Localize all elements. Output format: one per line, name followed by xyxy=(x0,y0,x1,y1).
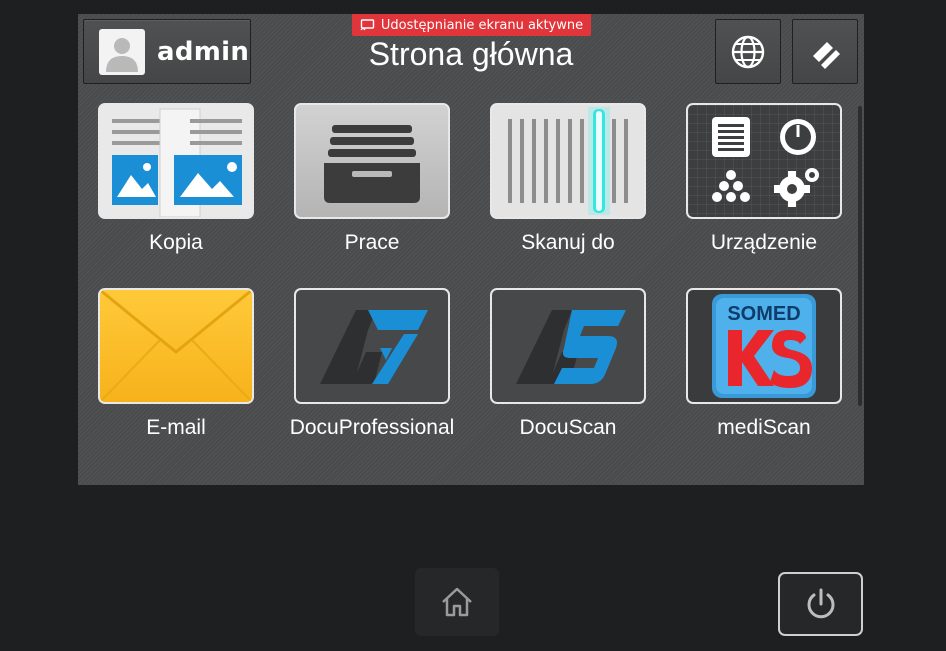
screen-share-text: Udostępnianie ekranu aktywne xyxy=(380,17,584,33)
tile-label: DocuProfessional xyxy=(289,416,455,439)
scrollbar[interactable] xyxy=(858,106,862,406)
avatar xyxy=(99,28,145,75)
power-button[interactable] xyxy=(778,572,863,636)
tile-mediscan[interactable]: SOMED mediScan xyxy=(666,288,862,440)
mediscan-icon: SOMED xyxy=(686,288,842,404)
home-button[interactable] xyxy=(415,568,499,636)
screen-share-banner: Udostępnianie ekranu aktywne xyxy=(352,14,591,36)
scan-icon xyxy=(490,103,646,219)
copy-icon xyxy=(98,103,254,219)
language-button[interactable] xyxy=(715,19,781,84)
edit-button[interactable] xyxy=(792,19,858,84)
tile-label: mediScan xyxy=(717,416,811,439)
page-title: Strona główna xyxy=(368,36,574,72)
tile-prace[interactable]: Prace xyxy=(274,103,470,255)
user-icon xyxy=(106,37,138,72)
mediscan-logo-text: SOMED xyxy=(727,303,800,325)
jobs-icon xyxy=(294,103,450,219)
tile-docuprofessional[interactable]: DocuProfessional xyxy=(274,288,470,440)
docuprofessional-icon xyxy=(294,288,450,404)
user-button[interactable]: admin xyxy=(83,19,251,84)
tile-label: Urządzenie xyxy=(710,231,818,254)
tile-skanuj[interactable]: Skanuj do xyxy=(470,103,666,255)
power-icon xyxy=(807,588,834,619)
tile-docuscan[interactable]: DocuScan xyxy=(470,288,666,440)
docuscan-icon xyxy=(490,288,646,404)
home-icon xyxy=(442,587,472,617)
email-icon xyxy=(98,288,254,404)
tile-kopia[interactable]: Kopia xyxy=(78,103,274,255)
tile-urzadzenie[interactable]: Urządzenie xyxy=(666,103,862,255)
screen-share-icon xyxy=(360,19,375,31)
tile-label: DocuScan xyxy=(519,416,617,439)
tile-label: Prace xyxy=(344,231,400,254)
tile-label: Kopia xyxy=(149,231,203,254)
main-panel: Udostępnianie ekranu aktywne admin Stron… xyxy=(78,14,864,485)
edit-icon xyxy=(813,41,840,69)
tile-label: E-mail xyxy=(146,416,206,439)
user-name: admin xyxy=(157,36,250,67)
tile-email[interactable]: E-mail xyxy=(78,288,274,440)
globe-icon xyxy=(731,35,765,68)
device-icon xyxy=(686,103,842,219)
tile-label: Skanuj do xyxy=(521,231,615,254)
